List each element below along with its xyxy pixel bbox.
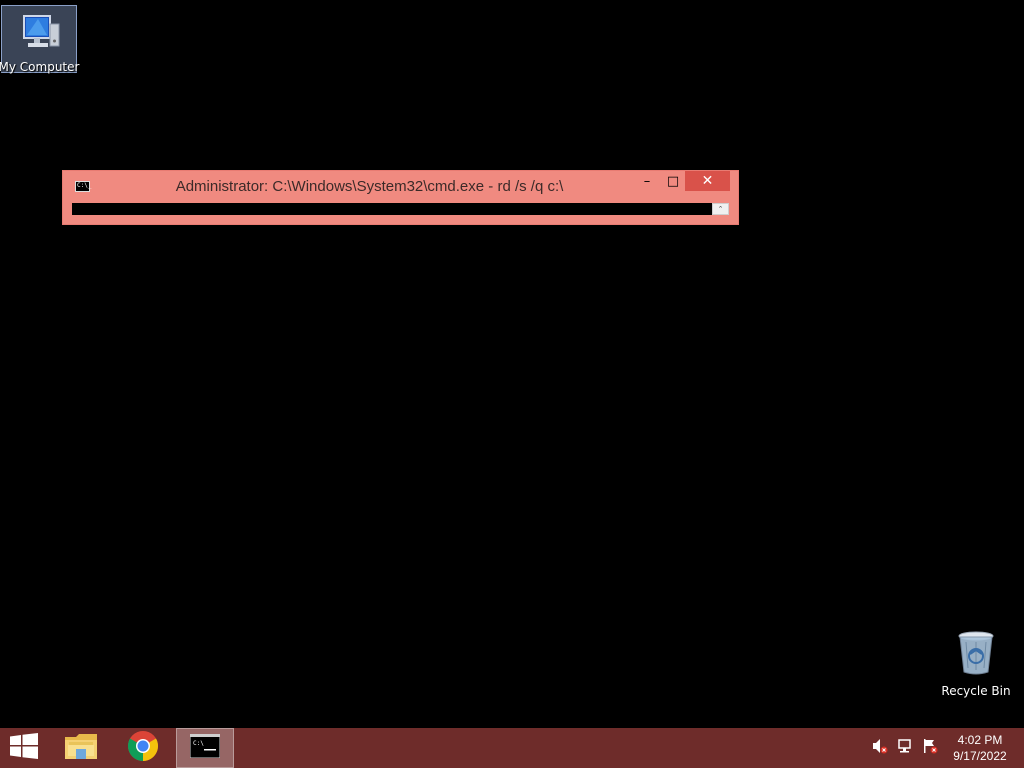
minimize-icon: –: [643, 173, 651, 189]
folder-icon: [64, 731, 98, 765]
taskbar-chrome[interactable]: [118, 728, 168, 768]
recycle-bin-label: Recycle Bin: [941, 684, 1011, 698]
my-computer-icon: [16, 6, 62, 58]
system-clock[interactable]: 4:02 PM 9/17/2022: [944, 732, 1016, 764]
close-button[interactable]: ✕: [685, 171, 730, 191]
windows-logo-icon: [10, 733, 38, 763]
taskbar-file-explorer[interactable]: [56, 728, 106, 768]
volume-tray[interactable]: [872, 728, 890, 768]
start-button[interactable]: [0, 728, 48, 768]
chrome-icon: [127, 730, 159, 766]
taskbar: C:\ 4:02 PM 9/17/2022: [0, 728, 1024, 768]
command-prompt-icon: C:\: [189, 733, 221, 762]
svg-text:C:\: C:\: [193, 740, 204, 747]
network-icon: [897, 738, 913, 758]
my-computer-shortcut[interactable]: My Computer: [0, 5, 80, 74]
my-computer-label: My Computer: [0, 60, 80, 74]
maximize-icon: □: [666, 173, 680, 189]
action-center-flag-icon: [922, 738, 938, 758]
recycle-bin-shortcut[interactable]: Recycle Bin: [940, 630, 1012, 700]
action-center-tray[interactable]: [922, 728, 940, 768]
maximize-button[interactable]: □: [661, 171, 685, 191]
clock-time: 4:02 PM: [957, 733, 1003, 747]
clock-date: 9/17/2022: [953, 749, 1007, 763]
cmd-window[interactable]: C:\_ Administrator: C:\Windows\System32\…: [62, 170, 739, 225]
volume-muted-icon: [872, 738, 888, 758]
desktop[interactable]: My Computer Recycle Bin C:\_ Administrat…: [0, 0, 1024, 728]
console-output[interactable]: [72, 203, 712, 215]
network-tray[interactable]: [897, 728, 915, 768]
minimize-button[interactable]: –: [635, 171, 659, 191]
vertical-scrollbar[interactable]: ⌃: [712, 203, 729, 215]
taskbar-command-prompt[interactable]: C:\: [176, 728, 234, 768]
close-icon: ✕: [701, 173, 714, 189]
recycle-bin-icon: [956, 630, 996, 680]
scroll-arrows-icon: ⌃: [717, 205, 724, 213]
